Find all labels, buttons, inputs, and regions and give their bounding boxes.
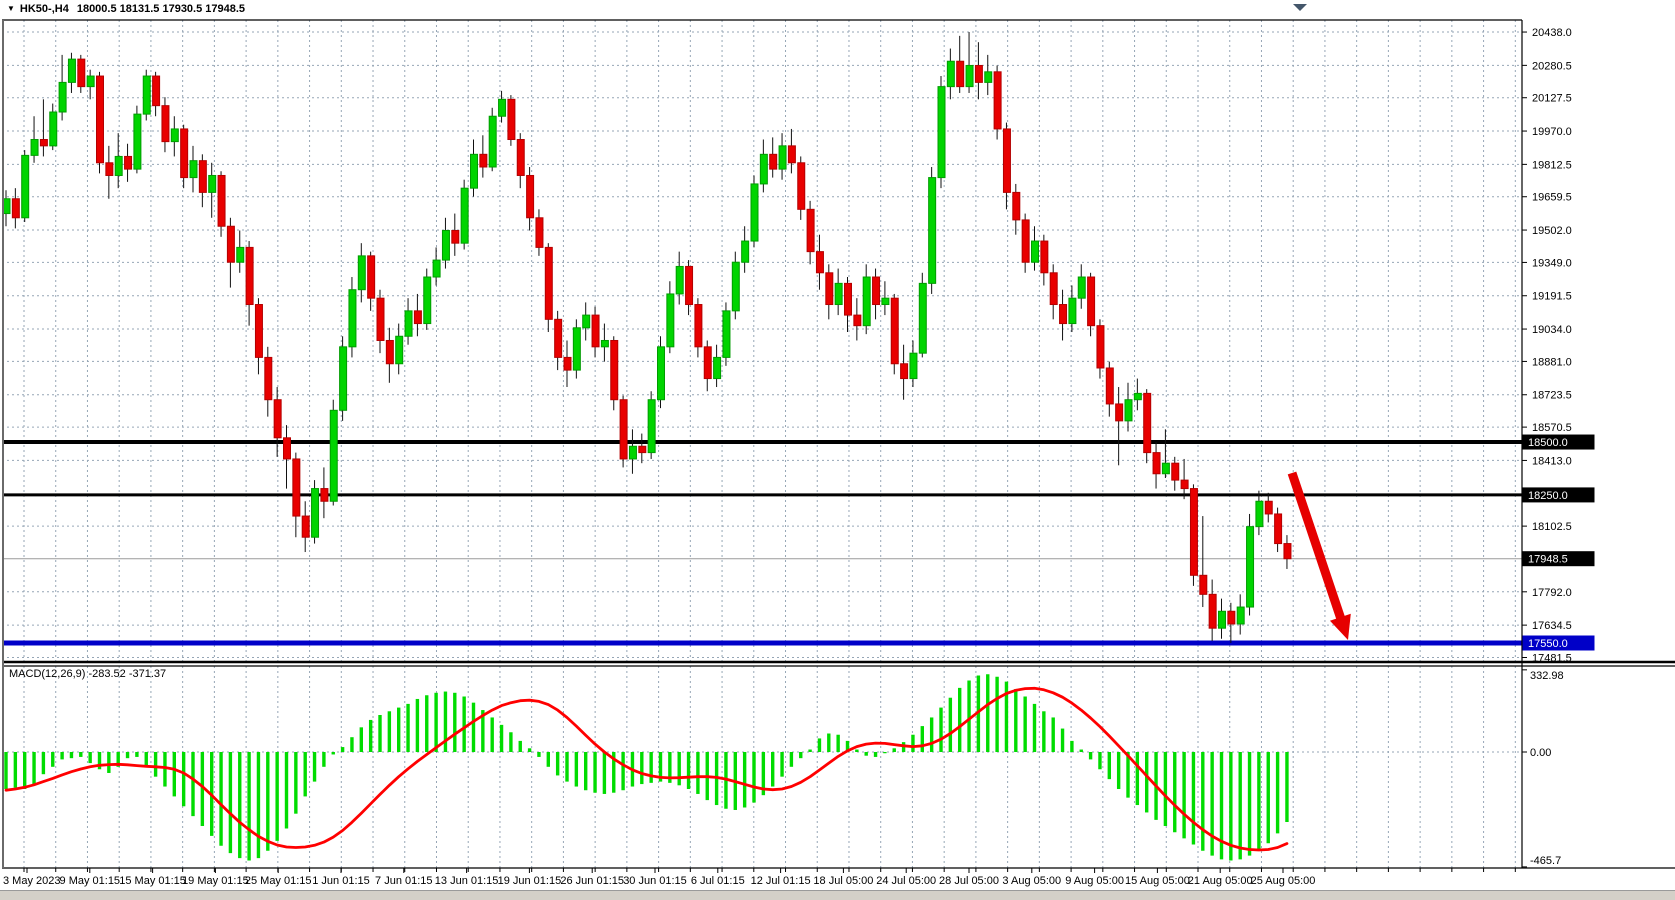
macd-axis-label: 0.00	[1530, 747, 1551, 759]
mt4-chart-window: 20438.0 20280.5 20127.5 19970.0 19812.5 19659…	[0, 0, 1675, 900]
macd-axis-label: -465.7	[1530, 855, 1561, 867]
time-tick-label: 28 Jul 05:00	[939, 875, 999, 887]
time-tick-label: 26 Jun 01:15	[560, 875, 624, 887]
price-tick-label: 18723.5	[1532, 390, 1572, 402]
time-tick-label: 1 Jun 01:15	[312, 875, 370, 887]
time-tick-label: 3 Aug 05:00	[1002, 875, 1061, 887]
time-tick-label: 7 Jun 01:15	[375, 875, 433, 887]
macd-indicator	[6, 674, 1287, 860]
candlestick-series	[3, 32, 1291, 643]
symbol-period-label: HK50-,H4	[20, 3, 69, 15]
price-tick-label: 17792.0	[1532, 587, 1572, 599]
support-resistance-lines[interactable]	[2, 442, 1522, 643]
price-tick-label: 20438.0	[1532, 27, 1572, 39]
price-tick-label: 18881.0	[1532, 356, 1572, 368]
time-tick-label: 25 Aug 05:00	[1251, 875, 1316, 887]
time-tick-label: 25 May 01:15	[245, 875, 312, 887]
time-tick-label: 24 Jul 05:00	[876, 875, 936, 887]
price-axis[interactable]: 20438.0 20280.5 20127.5 19970.0 19812.5 19659…	[1522, 27, 1595, 867]
status-strip	[0, 890, 1675, 900]
price-flag-label: 17948.5	[1528, 554, 1568, 566]
price-tick-label: 20280.5	[1532, 60, 1572, 72]
macd-axis-label: 332.98	[1530, 670, 1564, 682]
down-trend-arrow[interactable]	[1292, 473, 1351, 640]
price-tick-label: 19349.0	[1532, 257, 1572, 269]
time-tick-label: 18 Jul 05:00	[813, 875, 873, 887]
price-tick-label: 18570.5	[1532, 422, 1572, 434]
price-tick-label: 19812.5	[1532, 159, 1572, 171]
price-tick-label: 19191.5	[1532, 291, 1572, 303]
ohlc-values: 18000.5 18131.5 17930.5 17948.5	[77, 3, 245, 15]
price-flag-label: 18500.0	[1528, 437, 1568, 449]
time-tick-label: 3 May 2023	[3, 875, 60, 887]
macd-indicator-label: MACD(12,26,9) -283.52 -371.37	[9, 668, 166, 680]
time-tick-label: 15 May 01:15	[119, 875, 186, 887]
time-tick-label: 6 Jul 01:15	[691, 875, 745, 887]
time-tick-label: 30 Jun 01:15	[623, 875, 687, 887]
time-tick-label: 15 Aug 05:00	[1125, 875, 1190, 887]
price-tick-label: 19502.0	[1532, 225, 1572, 237]
chart-canvas[interactable]: 20438.0 20280.5 20127.5 19970.0 19812.5 19659…	[0, 0, 1675, 900]
price-tick-label: 17481.5	[1532, 652, 1572, 664]
chart-area[interactable]: 20438.0 20280.5 20127.5 19970.0 19812.5 19659…	[0, 0, 1675, 900]
time-axis[interactable]: 3 May 20239 May 01:1515 May 01:1519 May …	[3, 868, 1515, 887]
price-tick-label: 19970.0	[1532, 126, 1572, 138]
time-tick-label: 19 Jun 01:15	[498, 875, 562, 887]
macd-signal-line	[6, 688, 1287, 850]
time-tick-label: 12 Jul 01:15	[751, 875, 811, 887]
price-tick-label: 18413.0	[1532, 455, 1572, 467]
chart-shift-marker	[1293, 4, 1307, 11]
price-flag-label: 18250.0	[1528, 490, 1568, 502]
time-tick-label: 19 May 01:15	[182, 875, 249, 887]
price-tick-label: 20127.5	[1532, 93, 1572, 105]
price-tick-label: 18102.5	[1532, 521, 1572, 533]
symbol-dropdown-icon[interactable]: ▼	[7, 4, 15, 13]
price-tick-label: 19659.5	[1532, 192, 1572, 204]
price-flag-label: 17550.0	[1528, 638, 1568, 650]
price-tick-label: 19034.0	[1532, 324, 1572, 336]
time-tick-label: 21 Aug 05:00	[1188, 875, 1253, 887]
time-tick-label: 9 May 01:15	[60, 875, 121, 887]
chart-header: ▼ HK50-,H4 18000.5 18131.5 17930.5 17948.5	[7, 3, 245, 15]
price-tick-label: 17634.5	[1532, 620, 1572, 632]
time-tick-label: 13 Jun 01:15	[435, 875, 499, 887]
time-tick-label: 9 Aug 05:00	[1065, 875, 1124, 887]
